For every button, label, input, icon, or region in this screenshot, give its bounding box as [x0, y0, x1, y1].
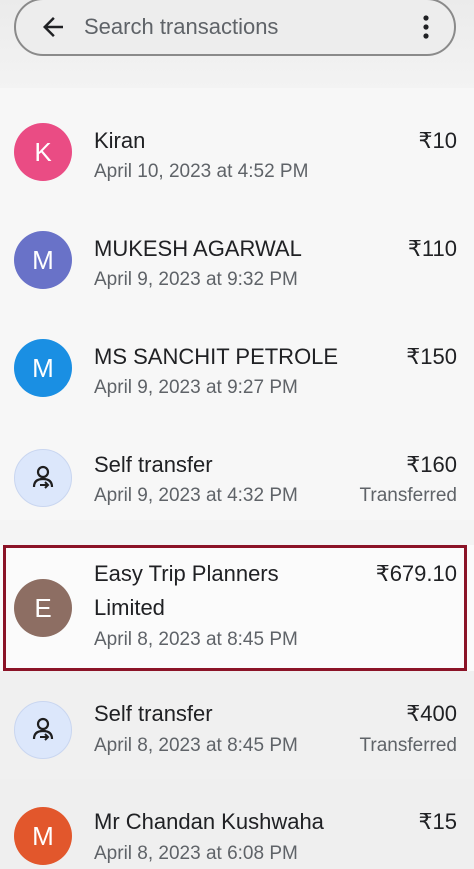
transaction-date: April 10, 2023 at 4:52 PM [94, 161, 309, 182]
transaction-amount: ₹679.10 [375, 561, 457, 586]
transaction-row[interactable]: E Easy Trip Planners Limited April 8, 20… [0, 545, 474, 671]
top-bar [0, 0, 474, 88]
avatar-letter: E [34, 592, 52, 623]
avatar-letter: K [34, 136, 52, 167]
search-bar[interactable] [14, 0, 456, 56]
payee-name: MUKESH AGARWAL [94, 236, 302, 261]
payee-name-line-2: Limited [94, 595, 165, 620]
avatar: K [14, 123, 72, 181]
payee-name: MS SANCHIT PETROLE [94, 344, 339, 369]
transaction-row[interactable]: K Kiran April 10, 2023 at 4:52 PM ₹10 [0, 88, 474, 196]
transaction-row[interactable]: M MUKESH AGARWAL April 9, 2023 at 9:32 P… [0, 196, 474, 304]
payee-name: Self transfer [94, 701, 213, 726]
avatar [14, 701, 72, 759]
avatar-letter: M [32, 244, 54, 275]
transaction-date: April 9, 2023 at 4:32 PM [94, 485, 298, 506]
transaction-row[interactable]: Self transfer April 8, 2023 at 8:45 PM ₹… [0, 671, 474, 779]
transaction-date: April 8, 2023 at 8:45 PM [94, 629, 298, 650]
transaction-amount: ₹400 [406, 701, 457, 726]
transaction-amount: ₹15 [418, 809, 457, 834]
transaction-amount: ₹10 [418, 128, 457, 153]
transaction-date: April 8, 2023 at 8:45 PM [94, 735, 298, 756]
transaction-row[interactable]: M MS SANCHIT PETROLE April 9, 2023 at 9:… [0, 304, 474, 412]
payee-name: Kiran [94, 128, 146, 153]
transaction-amount: ₹150 [406, 344, 457, 369]
transaction-status: Transferred [359, 735, 458, 756]
transaction-row[interactable]: M Mr Chandan Kushwaha April 8, 2023 at 6… [0, 779, 474, 869]
payee-name: Self transfer [94, 452, 213, 477]
transaction-amount: ₹110 [407, 236, 457, 261]
more-options-icon[interactable] [416, 12, 436, 42]
avatar: E [14, 579, 72, 637]
transaction-date: April 9, 2023 at 9:27 PM [94, 377, 298, 398]
avatar [14, 449, 72, 507]
avatar: M [14, 807, 72, 865]
transaction-status: Transferred [359, 485, 458, 506]
self-transfer-icon [32, 717, 54, 741]
self-transfer-icon [32, 465, 54, 489]
back-arrow-icon[interactable] [38, 12, 68, 42]
transaction-amount: ₹160 [406, 452, 457, 477]
payee-name: Mr Chandan Kushwaha [94, 809, 324, 834]
payee-name-line-1: Easy Trip Planners [94, 561, 279, 586]
avatar-letter: M [32, 820, 54, 851]
transaction-date: April 8, 2023 at 6:08 PM [94, 843, 298, 864]
avatar-letter: M [32, 352, 54, 383]
search-input[interactable] [82, 8, 386, 46]
transaction-row[interactable]: Self transfer April 9, 2023 at 4:32 PM ₹… [0, 412, 474, 520]
transaction-date: April 9, 2023 at 9:32 PM [94, 269, 298, 290]
avatar: M [14, 231, 72, 289]
avatar: M [14, 339, 72, 397]
